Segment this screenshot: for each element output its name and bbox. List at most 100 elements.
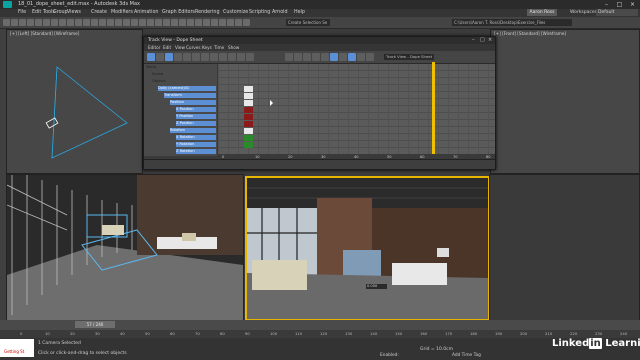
toolbar-tool-icon[interactable] — [235, 19, 242, 26]
toolbar-tool-icon[interactable] — [99, 19, 106, 26]
toolbar-tool-icon[interactable] — [219, 19, 226, 26]
track-view-tool-icon[interactable] — [294, 53, 302, 61]
track-view-menu-show[interactable]: Show — [228, 45, 239, 50]
tree-row[interactable]: World — [146, 65, 216, 70]
project-path-field[interactable]: C:\Users\Aaron T. Ross\Desktop\Exercise_… — [452, 19, 572, 26]
track-view-tool-icon[interactable] — [366, 53, 374, 61]
toolbar-tool-icon[interactable] — [179, 19, 186, 26]
toolbar-tool-icon[interactable] — [107, 19, 114, 26]
toolbar-tool-icon[interactable] — [195, 19, 202, 26]
track-view-tool-icon[interactable] — [210, 53, 218, 61]
animation-key[interactable] — [244, 107, 253, 113]
animation-key[interactable] — [244, 121, 253, 127]
animation-key[interactable] — [244, 114, 253, 120]
track-view-menu-edit[interactable]: Edit — [163, 45, 171, 50]
tree-row[interactable]: Transform — [164, 93, 216, 98]
close-icon[interactable]: × — [488, 37, 492, 43]
workspace-dropdown[interactable]: Default — [596, 9, 638, 16]
tree-row[interactable]: Dolly (camera)01 — [158, 86, 216, 91]
tree-row[interactable]: Z Rotation — [176, 149, 216, 154]
toolbar-tool-icon[interactable] — [19, 19, 26, 26]
toolbar-tool-icon[interactable] — [115, 19, 122, 26]
track-view-tool-icon[interactable] — [147, 53, 155, 61]
viewport-label[interactable]: [+] [Front] [Standard] [Wireframe] — [494, 31, 566, 36]
toolbar-tool-icon[interactable] — [75, 19, 82, 26]
animation-key[interactable] — [244, 86, 253, 92]
add-time-tag-button[interactable]: Add Time Tag — [452, 353, 481, 358]
toolbar-tool-icon[interactable] — [131, 19, 138, 26]
track-view-name-field[interactable]: Track View - Dope Sheet — [384, 54, 434, 60]
track-view-tool-icon[interactable] — [246, 53, 254, 61]
track-view-tool-icon[interactable] — [330, 53, 338, 61]
tree-row[interactable]: Z Position — [176, 121, 216, 126]
toolbar-tool-icon[interactable] — [243, 19, 250, 26]
animation-key[interactable] — [244, 135, 253, 141]
track-view-menu-keys[interactable]: Keys — [202, 45, 212, 50]
close-icon[interactable]: × — [626, 0, 639, 9]
viewport-far-right[interactable] — [489, 174, 640, 322]
animation-key[interactable] — [244, 93, 253, 99]
track-view-dope-sheet[interactable]: Track View - Dope Sheet – □ × Editor Edit… — [143, 36, 496, 289]
maximize-icon[interactable]: □ — [613, 0, 626, 9]
track-view-tool-icon[interactable] — [219, 53, 227, 61]
toolbar-tool-icon[interactable] — [59, 19, 66, 26]
track-view-tool-icon[interactable] — [174, 53, 182, 61]
toolbar-tool-icon[interactable] — [91, 19, 98, 26]
tree-row[interactable]: Rotation — [170, 128, 216, 133]
toolbar-tool-icon[interactable] — [43, 19, 50, 26]
toolbar-tool-icon[interactable] — [35, 19, 42, 26]
track-view-tool-icon[interactable] — [312, 53, 320, 61]
tree-row[interactable]: X Position — [176, 107, 216, 112]
track-view-menu-editor[interactable]: Editor — [148, 45, 160, 50]
viewport-camera[interactable] — [245, 176, 490, 321]
toolbar-tool-icon[interactable] — [155, 19, 162, 26]
track-view-tool-icon[interactable] — [348, 53, 356, 61]
maximize-icon[interactable]: □ — [480, 37, 485, 43]
maxscript-listener[interactable]: Getting St — [0, 339, 34, 357]
toolbar-tool-icon[interactable] — [163, 19, 170, 26]
track-view-tool-icon[interactable] — [321, 53, 329, 61]
tree-row[interactable]: Y Position — [176, 114, 216, 119]
viewport-perspective[interactable] — [6, 174, 244, 322]
time-slider-handle[interactable]: 57 / 240 — [75, 321, 115, 328]
track-view-menu-view[interactable]: View — [175, 45, 185, 50]
toolbar-tool-icon[interactable] — [67, 19, 74, 26]
toolbar-tool-icon[interactable] — [147, 19, 154, 26]
toolbar-tool-icon[interactable] — [211, 19, 218, 26]
track-view-title-bar[interactable]: Track View - Dope Sheet – □ × — [144, 37, 495, 44]
menu-item-rendering[interactable]: Rendering — [195, 10, 220, 15]
menu-item-graph-editors[interactable]: Graph Editors — [162, 10, 195, 15]
toolbar-tool-icon[interactable] — [27, 19, 34, 26]
minimize-icon[interactable]: – — [600, 0, 613, 9]
toolbar-tool-icon[interactable] — [51, 19, 58, 26]
tree-row[interactable]: Position — [170, 100, 216, 105]
toolbar-tool-icon[interactable] — [187, 19, 194, 26]
time-cursor[interactable] — [432, 62, 435, 157]
track-view-tool-icon[interactable] — [165, 53, 173, 61]
track-view-tool-icon[interactable] — [339, 53, 347, 61]
animation-key[interactable] — [244, 100, 253, 106]
tree-row[interactable]: Objects — [152, 79, 216, 84]
menu-item-modifiers[interactable]: Modifiers — [111, 10, 133, 15]
track-view-tool-icon[interactable] — [156, 53, 164, 61]
controller-tree[interactable]: World Sound Objects Dolly (camera)01 Transfo… — [144, 64, 217, 156]
animation-key[interactable] — [244, 128, 253, 134]
tree-row[interactable]: Sound — [152, 72, 216, 77]
track-view-menu-time[interactable]: Time — [214, 45, 224, 50]
track-view-tool-icon[interactable] — [303, 53, 311, 61]
viewport-left[interactable]: [+] [Left] [Standard] [Wireframe] — [6, 29, 143, 174]
toolbar-tool-icon[interactable] — [171, 19, 178, 26]
toolbar-tool-icon[interactable] — [139, 19, 146, 26]
menu-item-scripting[interactable]: Scripting — [249, 10, 270, 15]
track-view-tool-icon[interactable] — [183, 53, 191, 61]
menu-item-create[interactable]: Create — [91, 10, 107, 15]
toolbar-tool-icon[interactable] — [227, 19, 234, 26]
track-view-tool-icon[interactable] — [228, 53, 236, 61]
track-view-tool-icon[interactable] — [285, 53, 293, 61]
track-view-tool-icon[interactable] — [357, 53, 365, 61]
viewport-front[interactable]: [+] [Front] [Standard] [Wireframe] — [490, 29, 640, 174]
track-view-tool-icon[interactable] — [192, 53, 200, 61]
toolbar-tool-icon[interactable] — [203, 19, 210, 26]
toolbar-tool-icon[interactable] — [3, 19, 10, 26]
menu-item-file[interactable]: File — [18, 10, 26, 15]
